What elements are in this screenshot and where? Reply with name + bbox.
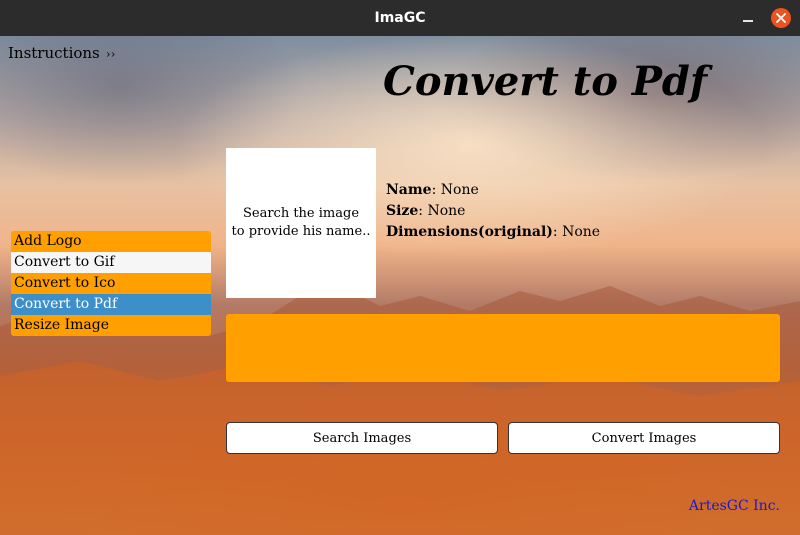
main-content: Instructions ›› Convert to Pdf Add Logo C… — [0, 36, 800, 535]
preview-placeholder-line1: Search the image — [242, 206, 360, 221]
image-info: Name: None Size: None Dimensions(origina… — [386, 180, 600, 243]
info-name-label: Name — [386, 182, 432, 198]
minimize-button[interactable] — [740, 10, 756, 26]
image-preview: Search the image to provide his name.. — [226, 148, 376, 298]
title-bar: ImaGC — [0, 0, 800, 36]
convert-images-button[interactable]: Convert Images — [508, 422, 780, 454]
page-title: Convert to Pdf — [383, 58, 708, 105]
info-dimensions-row: Dimensions(original): None — [386, 222, 600, 243]
sidebar-item-convert-to-pdf[interactable]: Convert to Pdf — [11, 294, 211, 315]
instructions-label: Instructions — [8, 44, 100, 62]
minimize-icon — [743, 20, 753, 22]
sidebar-item-convert-to-ico[interactable]: Convert to Ico — [11, 273, 211, 294]
search-images-button[interactable]: Search Images — [226, 422, 498, 454]
progress-panel — [226, 314, 780, 382]
sidebar-menu: Add Logo Convert to Gif Convert to Ico C… — [11, 231, 211, 336]
close-button[interactable] — [771, 8, 791, 28]
sidebar-item-add-logo[interactable]: Add Logo — [11, 231, 211, 252]
info-name-row: Name: None — [386, 180, 600, 201]
close-icon — [776, 13, 786, 23]
info-name-value: : None — [431, 182, 479, 198]
chevron-right-icon: ›› — [105, 47, 116, 61]
info-dimensions-value: : None — [552, 224, 601, 240]
window-title: ImaGC — [374, 10, 426, 26]
info-dimensions-label: Dimensions(original) — [386, 224, 553, 240]
preview-placeholder-line2: to provide his name.. — [231, 224, 371, 239]
sidebar-item-resize-image[interactable]: Resize Image — [11, 315, 211, 336]
info-size-value: : None — [418, 203, 466, 219]
info-size-label: Size — [386, 203, 419, 219]
sidebar-item-convert-to-gif[interactable]: Convert to Gif — [11, 252, 211, 273]
info-size-row: Size: None — [386, 201, 600, 222]
footer-credit: ArtesGC Inc. — [688, 498, 780, 514]
instructions-menu[interactable]: Instructions ›› — [8, 44, 115, 62]
